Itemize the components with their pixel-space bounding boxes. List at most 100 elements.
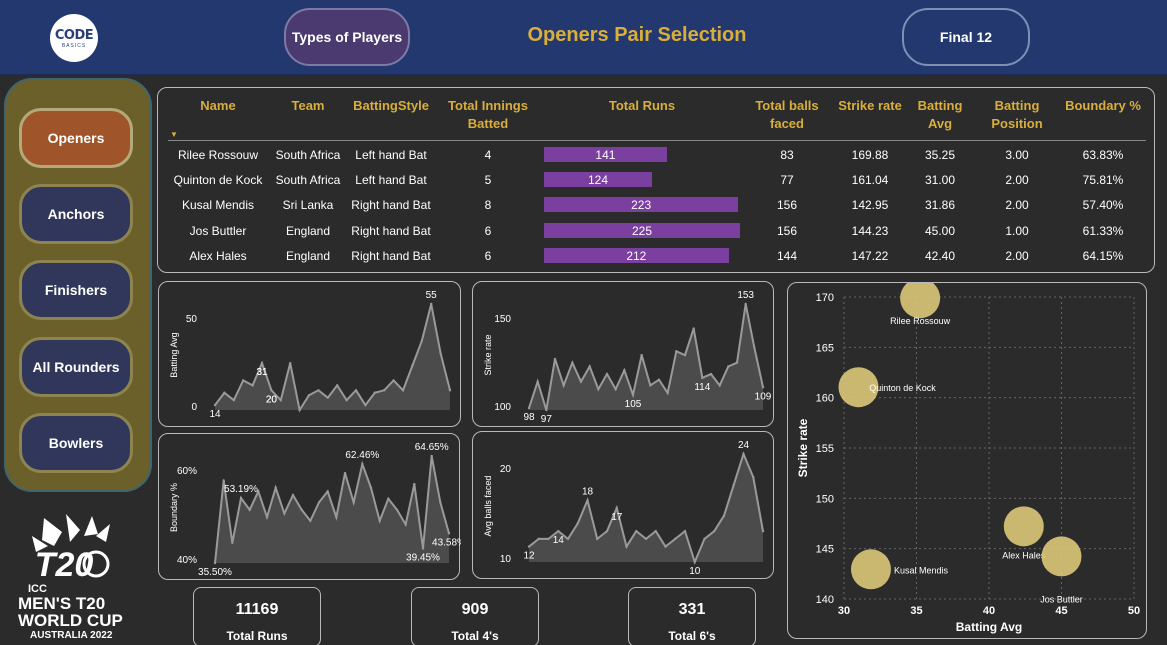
table-row[interactable]: Quinton de Kock South Africa Left hand Bat… (158, 169, 1156, 191)
data-label: 14 (209, 409, 221, 420)
col-boundary-header[interactable]: Boundary % (1060, 97, 1146, 115)
data-point (596, 537, 599, 541)
cell-innings: 6 (484, 248, 492, 263)
data-point (373, 391, 376, 394)
col-name-header[interactable]: Name (168, 97, 268, 115)
col-position-header[interactable]: Batting Position (980, 97, 1054, 133)
data-label: 20 (266, 394, 278, 405)
data-point (722, 514, 726, 517)
col-avg-header[interactable]: Batting Avg (910, 97, 970, 133)
x-tick-label: 30 (838, 605, 850, 617)
data-point (537, 537, 540, 541)
nav-bowlers-button[interactable]: Bowlers (19, 413, 133, 473)
data-point (562, 384, 565, 387)
cell-name: Jos Buttler (189, 223, 247, 238)
data-label: 153 (737, 290, 754, 301)
col-team-header[interactable]: Team (268, 97, 348, 115)
y-axis-label: Boundary % (169, 483, 179, 532)
data-point (430, 454, 433, 458)
data-point (279, 398, 282, 402)
cell-team: South Africa (275, 173, 341, 188)
col-runs-header[interactable]: Total Runs (544, 97, 740, 115)
types-of-players-button[interactable]: Types of Players (284, 8, 410, 66)
cell-team: England (285, 248, 331, 263)
nav-anchors-button[interactable]: Anchors (19, 184, 133, 244)
data-point (223, 391, 226, 394)
data-point (571, 361, 574, 364)
data-label: 24 (738, 440, 750, 451)
x-tick-label: 35 (910, 605, 922, 617)
final-12-button[interactable]: Final 12 (902, 8, 1030, 66)
data-point (345, 398, 348, 402)
data-point (713, 529, 716, 533)
data-point (421, 547, 425, 550)
data-point (354, 389, 358, 392)
y-tick-label: 165 (816, 342, 834, 354)
cell-boundary: 63.83% (1082, 148, 1124, 162)
data-point (336, 384, 339, 387)
data-point (283, 512, 286, 515)
data-label: 109 (755, 391, 772, 402)
kpi-label: Total 4's (451, 629, 499, 643)
data-point (231, 541, 234, 545)
cell-strike-rate: 147.22 (851, 248, 889, 263)
y-tick-low: 40% (177, 555, 197, 566)
data-point (586, 499, 589, 502)
data-point (420, 339, 423, 343)
data-point (265, 515, 269, 519)
table-row[interactable]: Alex Hales England Right hand Bat 6 144 147.2… (158, 245, 1156, 267)
brand-line4: AUSTRALIA 2022 (30, 630, 113, 640)
y-tick-high: 150 (494, 314, 511, 325)
data-point (761, 386, 765, 389)
data-point (709, 372, 713, 376)
table-row[interactable]: Rilee Rossouw South Africa Left hand Bat 4 8… (158, 144, 1156, 166)
col-style-header[interactable]: BattingStyle (348, 97, 434, 115)
header-bar: CODE BASICS Types of Players Openers Pai… (0, 0, 1167, 76)
data-point (527, 545, 531, 548)
data-point (625, 545, 628, 548)
y-axis-label: Strike rate (796, 418, 810, 477)
data-point (654, 529, 657, 533)
nav-finishers-button[interactable]: Finishers (19, 260, 133, 320)
data-label: 31 (256, 367, 268, 378)
sort-indicator-icon: ▼ (170, 130, 178, 139)
cell-position: 2.00 (1005, 173, 1029, 188)
data-point (289, 361, 292, 365)
data-point (326, 396, 329, 399)
data-point (683, 529, 687, 533)
cell-name: Quinton de Kock (173, 173, 263, 188)
cell-boundary: 61.33% (1082, 223, 1124, 238)
codebasics-logo: CODE BASICS (50, 14, 98, 62)
scatter-point (1003, 506, 1044, 547)
col-innings-header[interactable]: Total Innings Batted (444, 97, 532, 133)
data-point (614, 387, 617, 391)
y-tick-low: 0 (191, 402, 197, 413)
col-sr-header[interactable]: Strike rate (834, 97, 906, 115)
batting-avg-chart-svg: Batting Avg500143131552020 (169, 290, 452, 420)
cell-batting-avg: 45.00 (924, 223, 956, 238)
kpi-label: Total 6's (668, 629, 716, 643)
table-row[interactable]: Kusal Mendis Sri Lanka Right hand Bat 8 156 1… (158, 194, 1156, 216)
strike-rate-vs-avg-scatter: 140 145 150 155 160 165 170 30 35 40 45 50 Batting A… (787, 278, 1147, 639)
cell-innings: 8 (484, 198, 492, 213)
cell-runs: 223 (631, 198, 652, 213)
data-label: 39.45% (406, 553, 440, 564)
nav-openers-button[interactable]: Openers (19, 108, 133, 168)
cell-boundary: 75.81% (1082, 173, 1124, 188)
logo-text: CODE (54, 27, 94, 43)
point-label: Quinton de Kock (869, 383, 936, 393)
col-balls-header[interactable]: Total balls faced (750, 97, 824, 133)
x-tick-label: 50 (1128, 605, 1140, 617)
y-tick-label: 155 (816, 443, 834, 455)
data-label: 43.58% (432, 537, 461, 548)
data-point (352, 501, 355, 504)
data-point (300, 508, 303, 511)
nav-all-rounders-button[interactable]: All Rounders (19, 337, 133, 397)
data-point (752, 475, 755, 479)
data-point (361, 462, 364, 466)
y-axis-label: Avg balls faced (483, 476, 493, 537)
data-label: 53.19% (224, 484, 258, 495)
x-axis-label: Batting Avg (956, 620, 1022, 634)
x-tick-label: 45 (1055, 605, 1067, 617)
table-row[interactable]: Jos Buttler England Right hand Bat 6 156 144.… (158, 220, 1156, 242)
